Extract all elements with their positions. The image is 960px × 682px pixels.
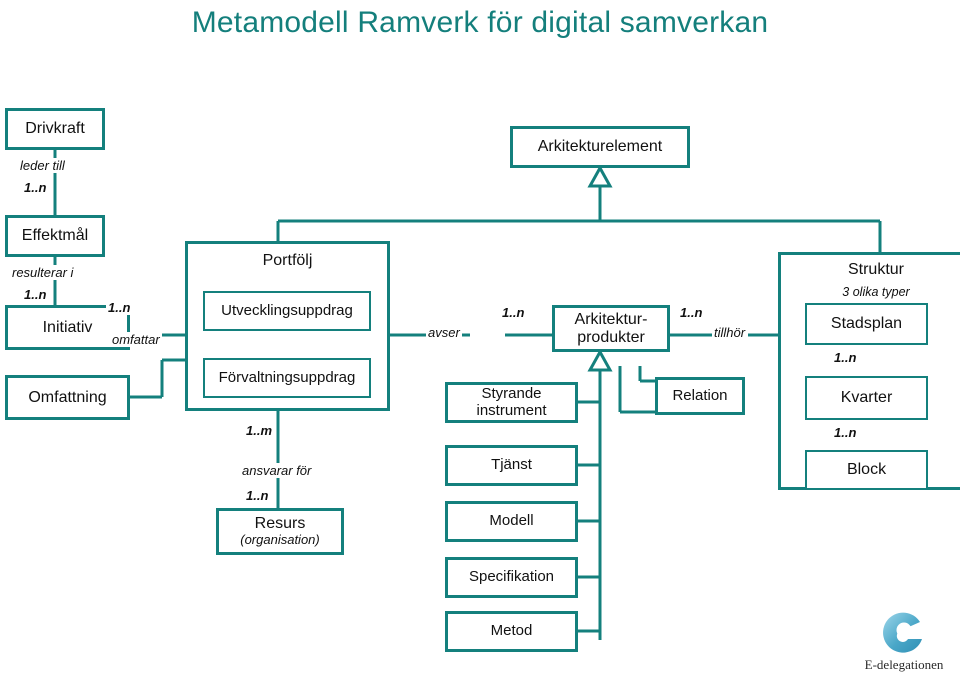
- box-label: Tjänst: [491, 456, 532, 474]
- box-label: Specifikation: [468, 568, 555, 586]
- box-omfattning[interactable]: Omfattning: [5, 375, 130, 420]
- box-kvarter[interactable]: Kvarter: [805, 376, 928, 420]
- edge-mult-resulterar-i: 1..n: [22, 287, 49, 302]
- box-label: Drivkraft: [25, 120, 85, 138]
- box-label: Block: [846, 461, 887, 479]
- box-block[interactable]: Block: [805, 450, 928, 490]
- box-label: Utvecklingsuppdrag: [221, 301, 353, 319]
- edge-mult-avser: 1..n: [500, 305, 527, 320]
- page-title: Metamodell Ramverk för digital samverkan: [191, 6, 769, 39]
- box-label: Stadsplan: [830, 315, 903, 333]
- box-label: Resurs: [254, 515, 306, 533]
- box-relation[interactable]: Relation: [655, 377, 745, 415]
- box-modell[interactable]: Modell: [445, 501, 578, 542]
- edge-mult-stadsplan-kvarter: 1..n: [832, 350, 859, 365]
- box-label: Kvarter: [840, 389, 893, 407]
- box-arkitekturelement[interactable]: Arkitekturelement: [510, 126, 690, 168]
- box-sublabel: (organisation): [240, 532, 320, 548]
- box-label: Metod: [490, 622, 533, 640]
- box-label: Styrande: [481, 385, 542, 403]
- edge-label-resulterar-i: resulterar i: [10, 265, 76, 280]
- edge-mult-tillhor: 1..n: [678, 305, 705, 320]
- logo-text: E-delegationen: [864, 657, 944, 672]
- box-label: Relation: [672, 386, 728, 404]
- box-label-2: produkter: [577, 328, 645, 346]
- box-label: Modell: [489, 512, 534, 530]
- box-forvaltningsuppdrag[interactable]: Förvaltningsuppdrag: [203, 358, 371, 398]
- box-tjanst[interactable]: Tjänst: [445, 445, 578, 486]
- box-label: Effektmål: [21, 227, 89, 245]
- generalization-arrow-arkitekturelement: [587, 164, 613, 188]
- box-stadsplan[interactable]: Stadsplan: [805, 303, 928, 345]
- box-label: Arkitektur-: [574, 311, 648, 329]
- container-note-struktur: 3 olika typer: [842, 285, 910, 299]
- box-drivkraft[interactable]: Drivkraft: [5, 108, 105, 150]
- edge-mult-ansvarar-for-top: 1..m: [244, 423, 275, 438]
- box-metod[interactable]: Metod: [445, 611, 578, 652]
- edge-mult-kvarter-block: 1..n: [832, 425, 859, 440]
- edge-label-tillhor: tillhör: [712, 325, 748, 340]
- box-label: Omfattning: [28, 388, 107, 406]
- edge-label-omfattar: omfattar: [110, 332, 162, 347]
- container-title-portfolj: Portfölj: [262, 252, 313, 269]
- box-label-2: instrument: [476, 401, 547, 419]
- box-label: Förvaltningsuppdrag: [218, 368, 356, 386]
- edge-mult-leder-till: 1..n: [22, 180, 49, 195]
- edge-label-ansvarar-for: ansvarar för: [240, 463, 314, 478]
- logo: E-delegationen: [856, 606, 952, 673]
- slide-canvas: Metamodell Ramverk för digital samverkan…: [0, 0, 960, 682]
- box-label: Arkitekturelement: [537, 138, 663, 156]
- edge-mult-omfattar: 1..n: [106, 300, 133, 315]
- box-label: Initiativ: [42, 318, 93, 336]
- edge-mult-ansvarar-for-bottom: 1..n: [244, 488, 271, 503]
- box-styrande-instrument[interactable]: Styrande instrument: [445, 382, 578, 423]
- box-resurs[interactable]: Resurs (organisation): [216, 508, 344, 555]
- box-effektmal[interactable]: Effektmål: [5, 215, 105, 257]
- container-title-struktur: Struktur: [847, 261, 904, 278]
- edge-label-avser: avser: [426, 325, 462, 340]
- generalization-arrow-arkitekturprodukter: [587, 348, 613, 372]
- e-swirl-logo-icon: [883, 612, 922, 653]
- edge-label-leder-till: leder till: [18, 158, 67, 173]
- box-specifikation[interactable]: Specifikation: [445, 557, 578, 598]
- box-utvecklingsuppdrag[interactable]: Utvecklingsuppdrag: [203, 291, 371, 331]
- box-arkitekturprodukter[interactable]: Arkitektur- produkter: [552, 305, 670, 352]
